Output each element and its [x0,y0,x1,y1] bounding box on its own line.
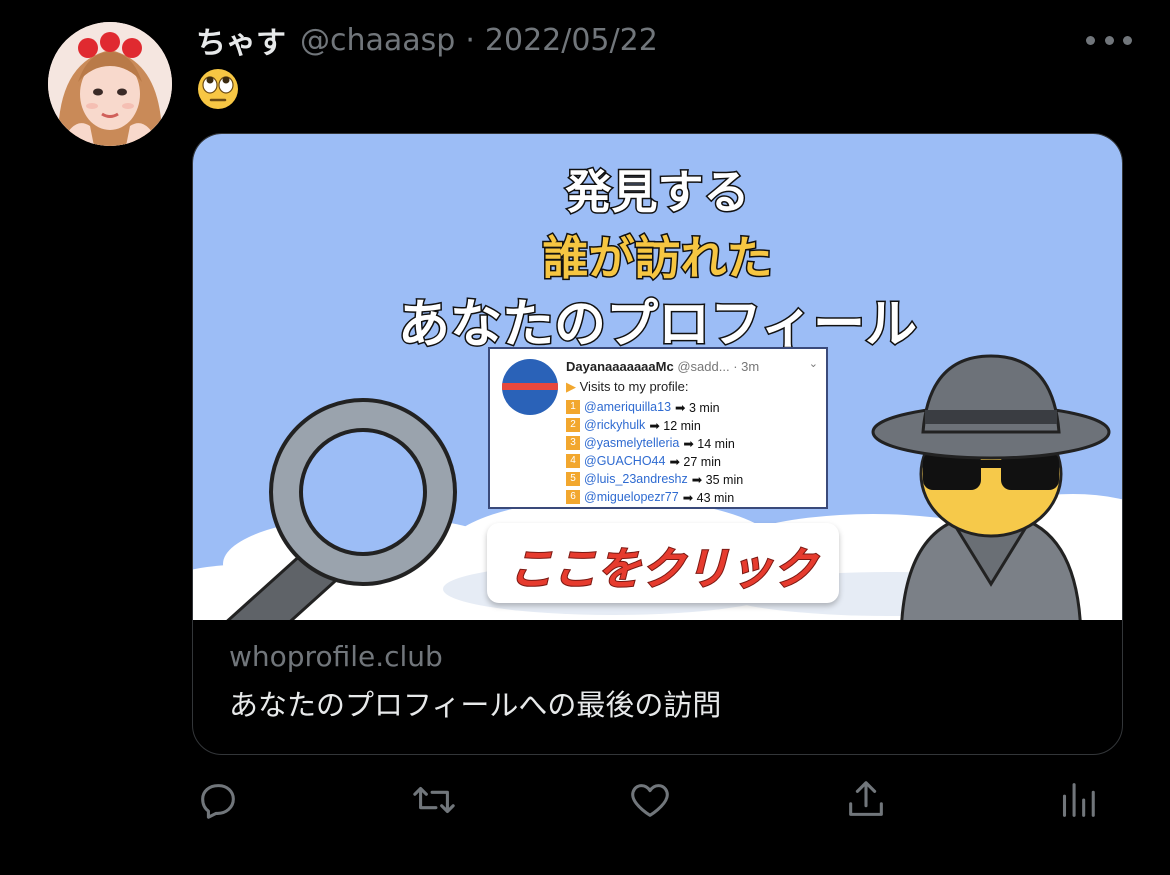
screenshot-username: DayanaaaaaaaMc [566,359,674,374]
entry-time: ➡ 12 min [649,418,701,433]
tweet-header: ちゃす @chaaasp · 2022/05/22 [196,18,658,62]
entry-number: 4 [566,454,580,468]
analytics-icon [1062,783,1095,817]
headline-line-3: あなたのプロフィール [397,294,919,357]
more-horizontal-icon[interactable] [1086,36,1132,48]
reply-icon [201,784,235,819]
screenshot-visit-list: 1 @ameriquilla13 ➡ 3 min 2 @rickyhulk ➡ 12 m… [566,398,743,506]
link-card[interactable]: 発見する 誰が訪れた あなたのプロフィール DayanaaaaaaaMc @sa… [192,133,1123,755]
card-footer[interactable]: whoprofile.club あなたのプロフィールへの最後の訪問 [193,620,1122,754]
screenshot-time: · 3m [733,359,760,374]
list-item: 4 @GUACHO44 ➡ 27 min [566,452,743,470]
entry-time: ➡ 35 min [691,472,744,487]
screenshot-header: DayanaaaaaaaMc @sadd... · 3m [566,359,759,374]
entry-user: @yasmelytelleria [584,436,680,450]
embedded-tweet-screenshot: DayanaaaaaaaMc @sadd... · 3m ⌄ ▶ Visits … [488,347,828,509]
entry-number: 6 [566,490,580,504]
list-item: 2 @rickyhulk ➡ 12 min [566,416,743,434]
avatar-image [48,22,172,146]
visits-label-text: Visits to my profile: [579,379,689,394]
display-name[interactable]: ちゃす [196,18,286,62]
pointing-icon: ▶ [566,379,576,394]
headline-line-1: 発見する [564,164,751,221]
avatar[interactable] [48,22,172,146]
entry-user: @rickyhulk [584,418,646,432]
list-item: 1 @ameriquilla13 ➡ 3 min [566,398,743,416]
magnifier-icon [226,398,457,620]
entry-number: 3 [566,436,580,450]
list-item: 5 @luis_23andreshz ➡ 35 min [566,470,743,488]
screenshot-handle: @sadd... [677,359,730,374]
entry-number: 1 [566,400,580,414]
entry-time: ➡ 43 min [682,490,735,505]
retweet-button[interactable] [404,770,464,830]
click-here-text: ここをクリック [508,543,818,596]
separator: · [465,22,475,58]
entry-time: ➡ 3 min [675,400,720,415]
entry-number: 5 [566,472,580,486]
heart-icon [631,784,669,817]
list-item: 3 @yasmelytelleria ➡ 14 min [566,434,743,452]
reply-button[interactable] [188,770,248,830]
entry-time: ➡ 14 min [683,436,735,451]
tweet-action-bar [0,770,1170,830]
tweet-text: 🙄 [197,68,239,110]
entry-number: 2 [566,418,580,432]
retweet-icon [413,786,455,814]
spy-icon [871,354,1111,620]
list-item: 6 @miguelopezr77 ➡ 43 min [566,488,743,506]
user-handle[interactable]: @chaaasp [300,23,455,58]
card-title: あなたのプロフィールへの最後の訪問 [229,688,722,722]
screenshot-visits-label: ▶ Visits to my profile: [566,379,688,395]
share-icon [849,781,883,816]
card-image[interactable]: 発見する 誰が訪れた あなたのプロフィール DayanaaaaaaaMc @sa… [193,134,1122,620]
entry-user: @ameriquilla13 [584,400,672,414]
entry-time: ➡ 27 min [669,454,721,469]
screenshot-avatar [502,359,558,415]
click-here-banner: ここをクリック [487,523,839,603]
entry-user: @GUACHO44 [584,454,666,468]
share-button[interactable] [836,770,896,830]
like-button[interactable] [620,770,680,830]
card-domain: whoprofile.club [229,640,443,673]
entry-user: @luis_23andreshz [584,472,688,486]
chevron-down-icon: ⌄ [808,358,818,370]
eye-roll-emoji-icon [198,69,238,109]
entry-user: @miguelopezr77 [584,490,679,504]
headline-line-2: 誰が訪れた [541,230,774,287]
tweet-date[interactable]: 2022/05/22 [485,23,658,58]
analytics-button[interactable] [1046,770,1106,830]
